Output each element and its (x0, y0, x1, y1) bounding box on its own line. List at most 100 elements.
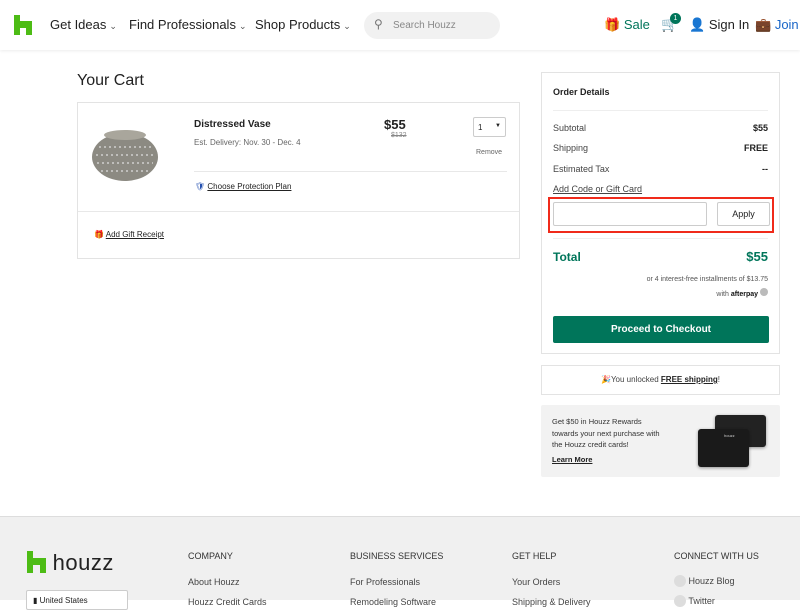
nav-shop-products[interactable]: Shop Products ⌄ (255, 17, 351, 32)
order-details-card: Order Details Subtotal $55 Shipping FREE E… (541, 72, 780, 354)
cart-button[interactable]: 🛒 1 (661, 13, 681, 33)
card-brand: houzz (724, 433, 735, 438)
footer-heading: COMPANY (188, 551, 233, 561)
product-name[interactable]: Distressed Vase (194, 119, 271, 130)
promo-code-input[interactable] (553, 202, 707, 226)
country-select[interactable]: ▮ United States (26, 590, 128, 610)
nav-find-professionals[interactable]: Find Professionals ⌄ (129, 17, 247, 32)
chevron-down-icon: ⌄ (238, 21, 247, 31)
proceed-to-checkout-button[interactable]: Proceed to Checkout (553, 316, 769, 343)
product-image[interactable] (91, 125, 159, 185)
order-details-title: Order Details (553, 87, 610, 97)
divider (553, 238, 768, 239)
page-title: Your Cart (77, 72, 144, 89)
divider (194, 171, 507, 172)
rewards-text: Get $50 in Houzz Rewards towards your ne… (552, 417, 660, 449)
total-value: $55 (746, 249, 768, 264)
afterpay-logo: afterpay (730, 291, 759, 298)
footer-heading: BUSINESS SERVICES (350, 551, 444, 561)
row-label: Estimated Tax (553, 164, 610, 174)
product-price: $55 (384, 117, 406, 132)
sale-link[interactable]: 🎁 Sale (604, 17, 650, 33)
cart-count-badge: 1 (670, 13, 681, 24)
footer-heading: GET HELP (512, 551, 557, 561)
briefcase-icon: 💼 (755, 17, 772, 32)
blog-icon (674, 575, 686, 587)
shipping-row: Shipping FREE (553, 143, 768, 153)
divider (78, 211, 519, 212)
sale-label: Sale (623, 17, 650, 32)
houzz-logo-icon[interactable] (14, 15, 32, 35)
country-label: United States (39, 596, 88, 605)
link-label: Houzz Blog (688, 576, 735, 586)
remove-button[interactable]: Remove (476, 149, 502, 156)
caret-down-icon: ▼ (495, 123, 501, 129)
user-icon: 👤 (689, 17, 706, 32)
divider (553, 110, 768, 111)
twitter-icon (674, 595, 686, 607)
join-label: Join a (774, 17, 800, 32)
row-label: Subtotal (553, 123, 587, 133)
footer-link[interactable]: Remodeling Software (350, 597, 436, 607)
afterpay-line: with afterpay (716, 288, 768, 298)
subtotal-row: Subtotal $55 (553, 123, 768, 133)
footer-logo[interactable]: houzz (27, 550, 114, 576)
search-placeholder: Search Houzz (393, 20, 456, 31)
row-value: FREE (743, 143, 768, 153)
quantity-select[interactable]: 1 ▼ (473, 117, 506, 137)
row-label: Shipping (553, 143, 589, 153)
search-icon: ⚲ (374, 17, 383, 31)
link-label: Twitter (688, 596, 715, 606)
credit-card-image: houzz (698, 429, 749, 467)
nav-label: Find Professionals (129, 17, 236, 32)
gift-icon: 🎁 (604, 17, 621, 32)
learn-more-link[interactable]: Learn More (552, 455, 592, 464)
delivery-estimate: Est. Delivery: Nov. 30 - Dec. 4 (194, 138, 301, 147)
footer-link[interactable]: Twitter (674, 595, 715, 607)
rewards-banner: Get $50 in Houzz Rewards towards your ne… (541, 405, 780, 477)
footer-link[interactable]: Shipping & Delivery (512, 597, 591, 607)
sign-in-label: Sign In (708, 17, 750, 32)
gift-receipt-link[interactable]: 🎁 Add Gift Receipt (94, 230, 164, 239)
gift-icon: 🎁 (94, 230, 104, 239)
footer-link[interactable]: Houzz Credit Cards (188, 597, 267, 607)
free-shipping-banner: 🎉You unlocked FREE shipping! (541, 365, 780, 395)
nav-get-ideas[interactable]: Get Ideas ⌄ (50, 17, 117, 32)
with-text: with (716, 291, 729, 298)
nav-label: Get Ideas (50, 17, 107, 32)
us-flag-icon: ▮ (33, 596, 38, 605)
row-value: $55 (752, 123, 768, 133)
cart-item-card: Distressed Vase Est. Delivery: Nov. 30 -… (77, 102, 520, 259)
sign-in-link[interactable]: 👤 Sign In (689, 17, 749, 33)
installments-text: or 4 interest-free installments of $13.7… (646, 276, 768, 283)
footer-heading: CONNECT WITH US (674, 551, 759, 561)
info-icon[interactable] (760, 288, 768, 296)
footer-link[interactable]: Your Orders (512, 577, 560, 587)
nav-label: Shop Products (255, 17, 341, 32)
row-value: -- (762, 164, 768, 174)
top-nav: Get Ideas ⌄ Find Professionals ⌄ Shop Prod… (0, 0, 800, 50)
footer-link[interactable]: About Houzz (188, 577, 240, 587)
chevron-down-icon: ⌄ (109, 21, 117, 31)
houzz-logo-icon (27, 551, 46, 573)
banner-text: You unlocked (610, 375, 661, 384)
chevron-down-icon: ⌄ (343, 21, 351, 31)
add-code-link[interactable]: Add Code or Gift Card (553, 184, 642, 194)
original-price: $132 (391, 132, 407, 139)
free-shipping-link[interactable]: FREE shipping (661, 375, 718, 384)
search-input[interactable]: ⚲ Search Houzz (364, 12, 500, 39)
footer: houzz ▮ United States COMPANY About Houz… (0, 516, 800, 610)
quantity-value: 1 (478, 123, 483, 132)
party-popper-icon: 🎉 (600, 375, 611, 384)
apply-button[interactable]: Apply (717, 202, 770, 226)
gift-receipt-label: Add Gift Receipt (105, 230, 164, 239)
shield-icon: 🛡 (195, 182, 206, 191)
logo-text: houzz (52, 550, 114, 575)
footer-link[interactable]: Houzz Blog (674, 575, 735, 587)
footer-link[interactable]: For Professionals (350, 577, 420, 587)
banner-suffix: ! (717, 375, 721, 384)
join-link[interactable]: 💼 Join a (755, 17, 800, 33)
protection-label: Choose Protection Plan (207, 182, 292, 191)
tax-row: Estimated Tax -- (553, 164, 768, 174)
protection-plan-link[interactable]: 🛡 Choose Protection Plan (195, 182, 291, 191)
